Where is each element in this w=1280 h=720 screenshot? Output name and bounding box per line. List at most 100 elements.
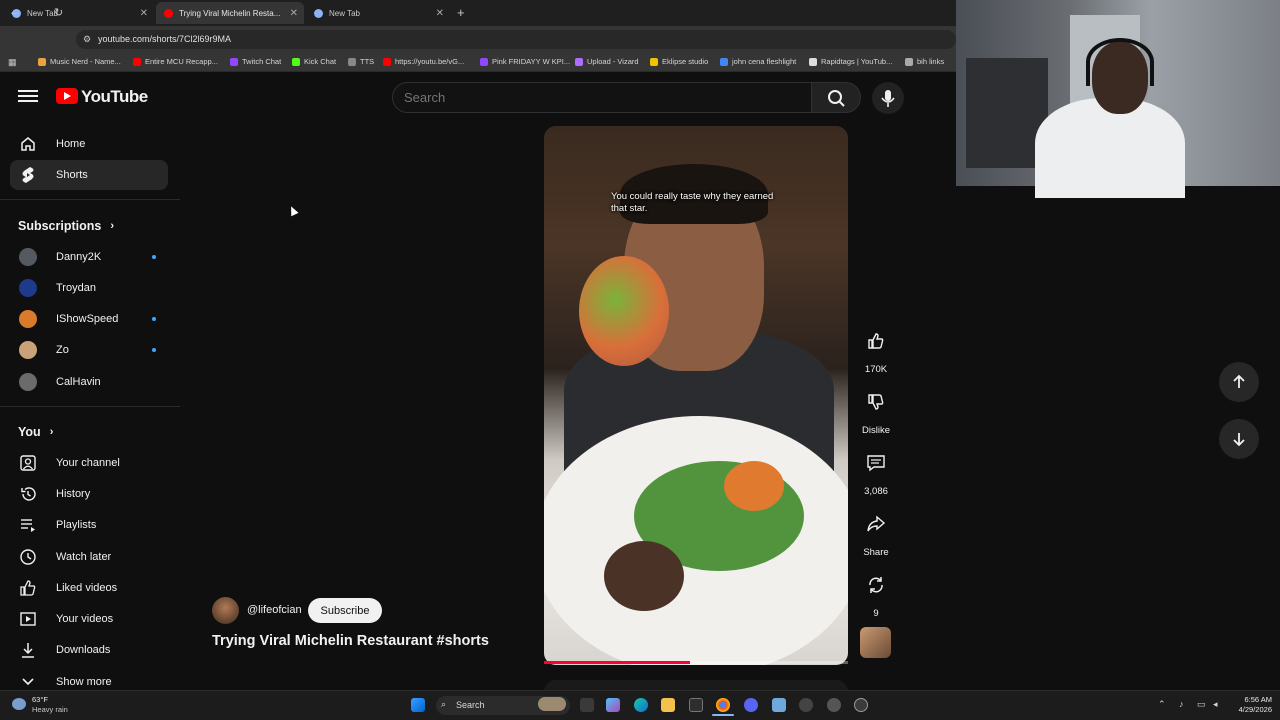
sidebar-item-troydan[interactable]: Troydan (10, 273, 168, 303)
back-icon[interactable]: ← (9, 6, 20, 18)
bookmark-item[interactable]: Music Nerd - Name... (38, 57, 121, 66)
share-icon (858, 506, 894, 542)
next-short-button[interactable] (1219, 419, 1259, 459)
sidebar-item-playlists[interactable]: Playlists (10, 510, 168, 540)
sidebar-item-label: Downloads (56, 644, 111, 656)
close-icon[interactable]: ✕ (436, 8, 444, 19)
bookmark-item[interactable]: bih links (905, 57, 944, 66)
hamburger-menu-icon[interactable] (18, 87, 38, 107)
bookmark-item[interactable]: Kick Chat (292, 57, 336, 66)
media-player-icon[interactable] (854, 698, 868, 712)
apps-grid-icon[interactable]: ▦ (8, 57, 17, 68)
tab-new-tab-1[interactable]: New Tab ✕ (4, 2, 154, 24)
chrome-icon[interactable] (716, 698, 730, 712)
bookmark-item[interactable]: Pink FRIDAYY W KPI... (480, 57, 570, 66)
sidebar-item-calhavin[interactable]: CalHavin (10, 367, 168, 397)
tab-shorts-video[interactable]: Trying Viral Michelin Resta... ✕ (156, 2, 304, 24)
bookmark-item[interactable]: Twitch Chat (230, 57, 281, 66)
youtube-logo-icon[interactable] (56, 88, 78, 104)
weather-icon[interactable] (12, 698, 26, 710)
task-view-icon[interactable] (580, 698, 594, 712)
edge-icon[interactable] (634, 698, 648, 712)
clock-time[interactable]: 6:56 AM (1236, 695, 1272, 704)
channel-icon (19, 454, 37, 472)
bookmark-item[interactable]: https://youtu.be/vG... (383, 57, 464, 66)
bookmark-item[interactable]: Eklipse studio (650, 57, 708, 66)
windows-start-icon[interactable] (411, 698, 425, 712)
sidebar-item-home[interactable]: Home (10, 129, 168, 159)
chrome-tab-icon (314, 8, 323, 18)
bookmark-item[interactable]: Rapidtags | YouTub... (809, 57, 892, 66)
search-button[interactable] (811, 82, 861, 113)
site-info-icon[interactable]: ⚙ (83, 34, 91, 45)
bookmark-label: TTS (360, 57, 375, 66)
channel-avatar[interactable] (212, 597, 239, 624)
close-icon[interactable]: ✕ (140, 8, 148, 19)
arrow-down-icon (1233, 433, 1245, 447)
volume-icon[interactable]: ◂ (1213, 699, 1218, 710)
close-icon[interactable]: ✕ (290, 8, 298, 19)
comment-icon (858, 445, 894, 481)
sidebar-item-downloads[interactable]: Downloads (10, 635, 168, 665)
sidebar-item-liked-videos[interactable]: Liked videos (10, 573, 168, 603)
obs-icon[interactable] (799, 698, 813, 712)
dislike-button[interactable]: Dislike (856, 384, 896, 436)
network-icon[interactable]: ▭ (1197, 699, 1206, 710)
bookmark-favicon-icon (230, 57, 238, 66)
discord-icon[interactable] (744, 698, 758, 712)
previous-short-button[interactable] (1219, 362, 1259, 402)
settings-icon[interactable] (827, 698, 841, 712)
youtube-logo-text[interactable]: YouTube (81, 87, 148, 107)
sidebar-item-label: Shorts (56, 169, 88, 181)
channel-avatar (19, 310, 37, 328)
remix-button[interactable]: 9 (856, 567, 896, 619)
sidebar-item-your-channel[interactable]: Your channel (10, 448, 168, 478)
tab-new-tab-2[interactable]: New Tab ✕ (306, 2, 450, 24)
downloads-icon (19, 641, 37, 659)
bookmark-favicon-icon (480, 57, 488, 66)
active-app-indicator (712, 714, 734, 716)
bookmark-item[interactable]: TTS (348, 57, 374, 66)
bookmark-favicon-icon (720, 57, 728, 66)
sidebar-item-history[interactable]: History (10, 479, 168, 509)
bookmark-item[interactable]: Entire MCU Recapp... (133, 57, 218, 66)
channel-handle[interactable]: @lifeofcian (247, 604, 302, 616)
forward-icon[interactable]: → (32, 6, 43, 18)
original-sound-thumbnail[interactable] (860, 627, 891, 658)
sidebar-item-shorts[interactable]: Shorts (10, 160, 168, 190)
notepad-icon[interactable] (772, 698, 786, 712)
like-button[interactable]: 170K (856, 323, 896, 375)
youtube-tab-icon (164, 8, 173, 18)
clock-date[interactable]: 4/29/2026 (1228, 705, 1272, 714)
sidebar-item-label: Troydan (56, 282, 96, 294)
sidebar-item-zo[interactable]: Zo (10, 335, 168, 365)
bookmark-favicon-icon (809, 57, 817, 66)
you-heading[interactable]: You › (18, 425, 53, 439)
reload-icon[interactable]: ↻ (54, 6, 63, 19)
comments-button[interactable]: 3,086 (856, 445, 896, 497)
sidebar-item-danny2k[interactable]: Danny2K (10, 242, 168, 272)
sidebar-item-ishowspeed[interactable]: IShowSpeed (10, 304, 168, 334)
store-icon[interactable] (689, 698, 703, 712)
voice-search-button[interactable] (872, 82, 904, 114)
chevron-up-icon[interactable]: ⌃ (1158, 699, 1166, 710)
search-input[interactable] (404, 90, 794, 105)
copilot-icon[interactable] (606, 698, 620, 712)
subscribe-button[interactable]: Subscribe (308, 598, 382, 623)
sidebar-item-watch-later[interactable]: Watch later (10, 542, 168, 572)
microphone-icon[interactable]: ♪ (1179, 699, 1184, 709)
chevron-right-icon: › (49, 426, 54, 438)
new-tab-plus-icon[interactable]: + (457, 5, 465, 20)
bookmark-label: Eklipse studio (662, 57, 709, 66)
sidebar-item-label: IShowSpeed (56, 313, 119, 325)
video-progress-fill (544, 661, 690, 664)
bookmark-item[interactable]: Upload - Vizard (575, 57, 639, 66)
subscriptions-heading[interactable]: Subscriptions › (18, 219, 114, 233)
share-button[interactable]: Share (856, 506, 896, 558)
bookmark-item[interactable]: john cena fleshlight (720, 57, 796, 66)
file-explorer-icon[interactable] (661, 698, 675, 712)
sidebar-item-your-videos[interactable]: Your videos (10, 604, 168, 634)
sidebar-item-label: Your channel (56, 457, 120, 469)
bookmark-label: bih links (917, 57, 945, 66)
new-content-dot (152, 348, 156, 352)
